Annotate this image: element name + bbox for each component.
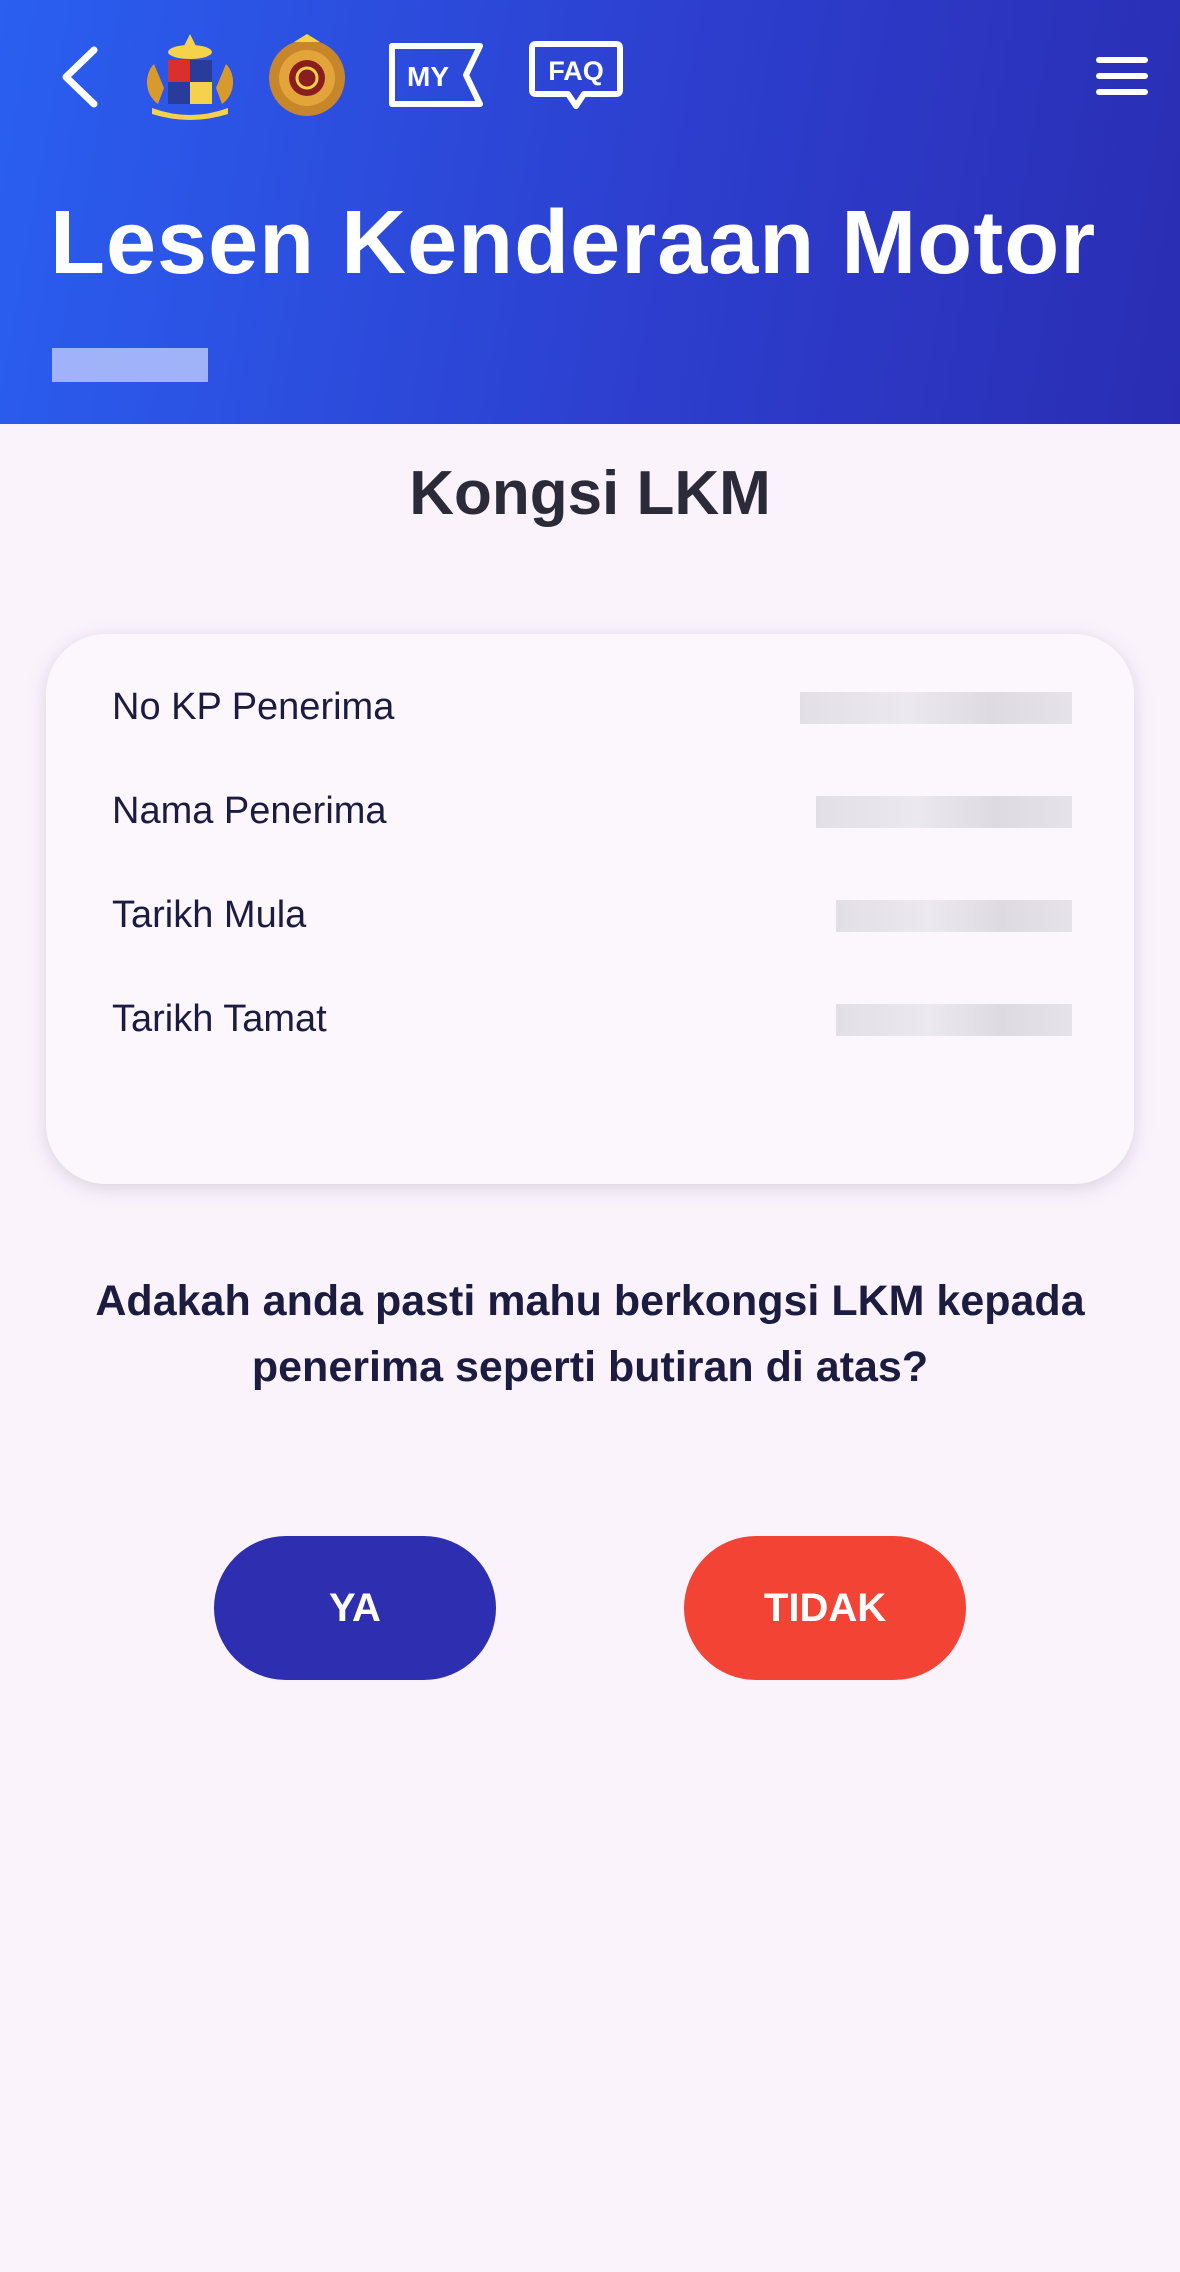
- jpj-logo-icon: [269, 34, 345, 116]
- no-button[interactable]: TIDAK: [684, 1536, 966, 1680]
- app-header: MY FAQ Lesen Kenderaan Motor: [0, 0, 1180, 424]
- page-title: Lesen Kenderaan Motor: [50, 193, 1097, 293]
- section-title: Kongsi LKM: [409, 459, 771, 528]
- faq-label: FAQ: [548, 56, 604, 86]
- faq-icon[interactable]: FAQ: [528, 40, 624, 112]
- redacted-value: [800, 692, 1072, 724]
- redacted-value: [836, 900, 1072, 932]
- label-tarikh-mula: Tarikh Mula: [112, 894, 307, 936]
- my-icon[interactable]: MY: [388, 42, 484, 108]
- label-no-kp-penerima: No KP Penerima: [112, 686, 395, 728]
- redacted-value: [816, 796, 1072, 828]
- redacted-subtitle: [52, 348, 208, 382]
- malaysia-crest-icon: [146, 34, 234, 120]
- hamburger-menu-icon[interactable]: [1094, 54, 1150, 98]
- label-tarikh-tamat: Tarikh Tamat: [112, 998, 327, 1040]
- back-icon[interactable]: [52, 42, 112, 112]
- label-nama-penerima: Nama Penerima: [112, 790, 387, 832]
- my-label: MY: [407, 61, 449, 92]
- yes-button[interactable]: YA: [214, 1536, 496, 1680]
- details-card: No KP Penerima Nama Penerima Tarikh Mula…: [46, 634, 1134, 1184]
- redacted-value: [836, 1004, 1072, 1036]
- confirmation-question: Adakah anda pasti mahu berkongsi LKM kep…: [95, 1277, 1085, 1391]
